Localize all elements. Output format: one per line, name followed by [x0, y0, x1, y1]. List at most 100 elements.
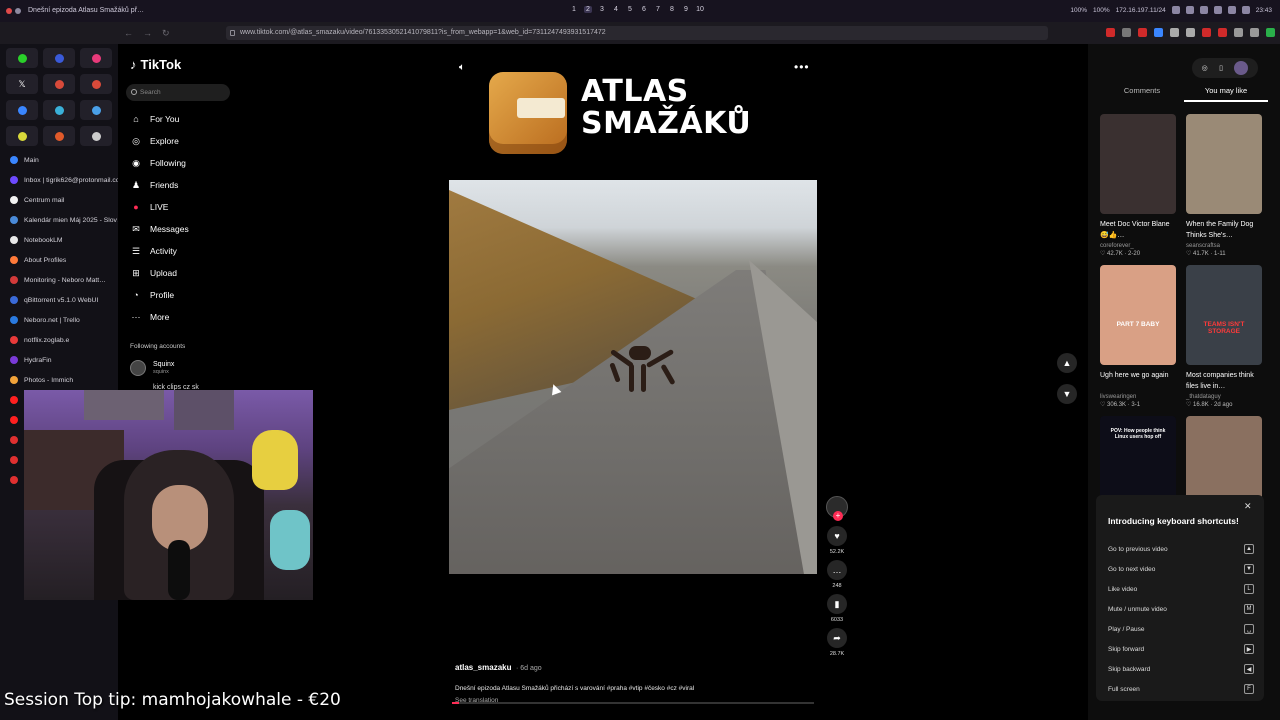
suggested-video-card[interactable]: PART 7 BABY Ugh here we go again livsweari…: [1100, 265, 1176, 408]
tray-network-icon[interactable]: [1185, 6, 1194, 14]
suggested-video-card[interactable]: Meet Doc Victor Blane😅👍… coreforever_ ♡ 42…: [1100, 114, 1176, 257]
browser-tab[interactable]: HydraFin: [0, 350, 118, 370]
browser-tab[interactable]: NotebookLM: [0, 230, 118, 250]
creator-avatar[interactable]: +: [825, 496, 849, 521]
workspace-4[interactable]: 4: [612, 6, 620, 13]
battery-2: 100%: [1092, 6, 1110, 14]
browser-tab[interactable]: About Profiles: [0, 250, 118, 270]
tab-comments[interactable]: Comments: [1100, 86, 1184, 102]
tab-you-may-like[interactable]: You may like: [1184, 86, 1268, 102]
pinned-site[interactable]: [6, 126, 38, 146]
search-input[interactable]: Search: [126, 84, 230, 101]
address-bar[interactable]: www.tiktok.com/@atlas_smazaku/video/7613…: [226, 26, 1048, 40]
browser-tab[interactable]: Neboro.net | Trello: [0, 310, 118, 330]
menu-item-friends[interactable]: ♟ Friends: [130, 174, 189, 196]
extension-icon[interactable]: [1122, 28, 1131, 37]
save-button[interactable]: ▮ 6033: [825, 594, 849, 623]
pinned-site[interactable]: [80, 126, 112, 146]
previous-video-button[interactable]: ▲: [1057, 353, 1077, 373]
tray-bluetooth-icon[interactable]: [1213, 6, 1222, 14]
suggested-video-card[interactable]: When the Family Dog Thinks She's… seanscr…: [1186, 114, 1262, 257]
favicon-icon: [10, 476, 18, 484]
pinned-site[interactable]: [80, 74, 112, 94]
menu-item-live[interactable]: ● LIVE: [130, 196, 189, 218]
extension-icon[interactable]: [1170, 28, 1179, 37]
pinned-site[interactable]: [6, 100, 38, 120]
browser-tab[interactable]: notflix.zoglab.e: [0, 330, 118, 350]
close-icon[interactable]: ✕: [1244, 501, 1252, 512]
workspace-2[interactable]: 2: [584, 6, 592, 13]
extension-icon[interactable]: [1250, 28, 1259, 37]
compass-icon[interactable]: ◎: [1202, 64, 1208, 72]
workspace-9[interactable]: 9: [682, 6, 690, 13]
tray-volume-icon[interactable]: [1199, 6, 1208, 14]
menu-item-upload[interactable]: ⊞ Upload: [130, 262, 189, 284]
follow-plus-icon[interactable]: +: [833, 511, 843, 521]
pinned-site[interactable]: [80, 48, 112, 68]
pinned-site[interactable]: 𝕏: [6, 74, 38, 94]
workspace-6[interactable]: 6: [640, 6, 648, 13]
phone-icon[interactable]: ▯: [1219, 64, 1223, 72]
tray-settings-icon[interactable]: [1227, 6, 1236, 14]
menu-item-for-you[interactable]: ⌂ For You: [130, 108, 189, 130]
github-icon: [91, 131, 101, 141]
menu-item-profile[interactable]: ◔ Profile: [130, 284, 189, 306]
tiktok-logo[interactable]: ♪ TikTok: [130, 57, 181, 72]
share-count: 28.7K: [829, 651, 845, 657]
video-progress-bar[interactable]: [452, 702, 814, 704]
browser-tab[interactable]: Centrum mail: [0, 190, 118, 210]
menu-label: For You: [150, 114, 180, 124]
menu-item-explore[interactable]: ◎ Explore: [130, 130, 189, 152]
extension-icon[interactable]: [1202, 28, 1211, 37]
pinned-site[interactable]: [43, 74, 75, 94]
like-button[interactable]: ♥ 52.2K: [825, 526, 849, 555]
window-dot-icon[interactable]: [15, 8, 21, 14]
thumbnail-caption: TEAMS ISN'T STORAGE: [1203, 321, 1245, 335]
forward-icon[interactable]: →: [143, 28, 152, 39]
browser-tab[interactable]: qBittorrent v5.1.0 WebUI: [0, 290, 118, 310]
workspace-1[interactable]: 1: [570, 6, 578, 13]
menu-item-more[interactable]: ··· More: [130, 306, 189, 328]
browser-tab[interactable]: Kalendár mien Máj 2025 - Slov…: [0, 210, 118, 230]
suggested-video-card[interactable]: TEAMS ISN'T STORAGE Most companies think …: [1186, 265, 1262, 408]
tray-power-icon[interactable]: [1241, 6, 1250, 14]
next-video-button[interactable]: ▼: [1057, 384, 1077, 404]
shortcut-item: Go to previous video ▲: [1108, 539, 1254, 559]
author-name[interactable]: atlas_smazaku: [455, 663, 511, 672]
comment-button[interactable]: … 248: [825, 560, 849, 589]
browser-tab[interactable]: Monitoring - Neboro Matt…: [0, 270, 118, 290]
pinned-site[interactable]: [6, 48, 38, 68]
workspace-7[interactable]: 7: [654, 6, 662, 13]
extension-icon[interactable]: [1266, 28, 1275, 37]
following-account[interactable]: Squinx squinx: [130, 360, 174, 376]
menu-item-activity[interactable]: ☰ Activity: [130, 240, 189, 262]
back-icon[interactable]: ←: [124, 28, 133, 39]
extension-icon[interactable]: [1186, 28, 1195, 37]
extension-icon[interactable]: [1234, 28, 1243, 37]
pinned-site[interactable]: [80, 100, 112, 120]
banner-title: ATLAS SMAŽÁKŮ: [581, 76, 751, 140]
share-button[interactable]: ➦ 28.7K: [825, 628, 849, 657]
extension-icon[interactable]: [1218, 28, 1227, 37]
tray-app-icon[interactable]: [1171, 6, 1180, 14]
pinned-site[interactable]: [43, 48, 75, 68]
pinned-site[interactable]: [43, 100, 75, 120]
reload-icon[interactable]: ↻: [162, 28, 170, 39]
extension-icon[interactable]: [1154, 28, 1163, 37]
workspace-5[interactable]: 5: [626, 6, 634, 13]
workspace-8[interactable]: 8: [668, 6, 676, 13]
user-avatar[interactable]: [1234, 61, 1249, 75]
menu-item-messages[interactable]: ✉ Messages: [130, 218, 189, 240]
browser-tab[interactable]: Photos - Immich: [0, 370, 118, 390]
video-player[interactable]: [449, 180, 817, 574]
browser-tab[interactable]: Inbox | tigrik626@protonmail.com: [0, 170, 118, 190]
workspace-3[interactable]: 3: [598, 6, 606, 13]
workspace-10[interactable]: 10: [696, 6, 704, 13]
menu-item-following[interactable]: ◉ Following: [130, 152, 189, 174]
browser-tab[interactable]: Main: [0, 150, 118, 170]
close-dot-icon[interactable]: [6, 8, 12, 14]
pinned-site[interactable]: [43, 126, 75, 146]
extension-icon[interactable]: [1138, 28, 1147, 37]
panel-tabs: Comments You may like: [1100, 86, 1268, 102]
extension-icon[interactable]: [1106, 28, 1115, 37]
